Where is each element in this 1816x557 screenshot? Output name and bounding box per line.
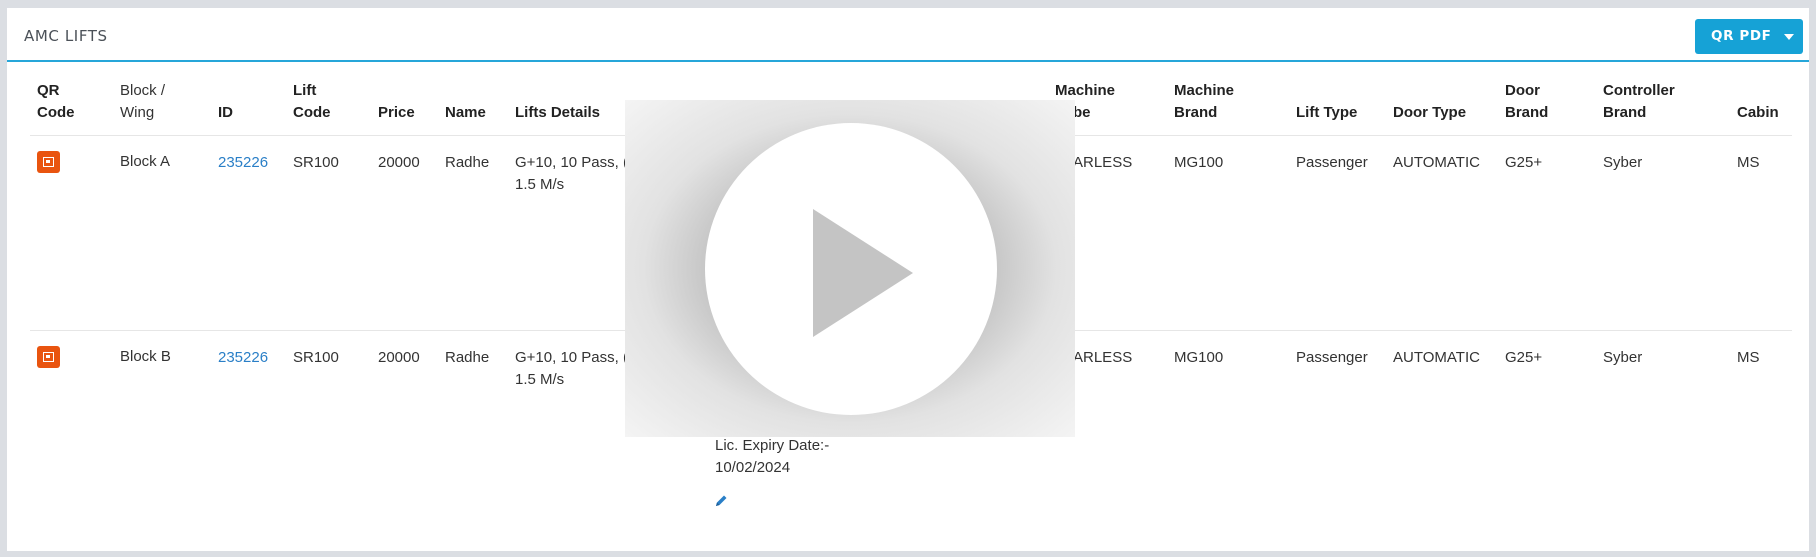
header-controller-brand: Controller Brand (1603, 82, 1675, 121)
edit-pencil-icon[interactable] (714, 493, 729, 513)
cell-block: Block B (120, 348, 171, 365)
cell-lift-details: G+10, 10 Pass, (1.5 M/s (515, 154, 628, 193)
cell-block: Block A (120, 153, 171, 170)
cell-cabin: MS (1737, 154, 1760, 171)
cell-door-brand: G25+ (1505, 349, 1543, 366)
cell-lift-code: SR100 (293, 349, 339, 366)
cell-price: 20000 (378, 349, 420, 366)
header-machine-brand: Machine Brand (1174, 82, 1235, 121)
play-button[interactable] (705, 123, 997, 415)
cell-controller-brand: Syber (1603, 154, 1643, 171)
header-cabin: Cabin (1737, 104, 1779, 121)
header-block-wing: Block / Wing (120, 82, 166, 121)
cell-machine-brand: MG100 (1174, 349, 1224, 366)
cell-lift-type: Passenger (1296, 154, 1368, 171)
cell-cabin: MS (1737, 349, 1760, 366)
cell-id-link[interactable]: 235226 (218, 347, 268, 369)
cell-lift-code: SR100 (293, 154, 339, 171)
cell-price: 20000 (378, 154, 420, 171)
cell-door-type: AUTOMATIC (1393, 349, 1480, 366)
qr-code-icon[interactable] (37, 151, 60, 173)
license-expiry: Lic. Expiry Date:- 10/02/2024 (715, 437, 830, 476)
panel-header: AMC LIFTS QR PDF (7, 8, 1809, 62)
qr-code-icon[interactable] (37, 346, 60, 368)
cell-name: Radhe (445, 349, 490, 366)
header-id: ID (218, 104, 233, 121)
cell-id-link[interactable]: 235226 (218, 152, 268, 174)
header-qr-code: QR Code (37, 82, 75, 121)
cell-door-brand: G25+ (1505, 154, 1543, 171)
qr-pdf-label: QR PDF (1711, 28, 1772, 44)
play-icon (813, 209, 913, 337)
panel-title: AMC LIFTS (24, 27, 108, 45)
header-price: Price (378, 104, 415, 121)
header-name: Name (445, 104, 486, 121)
header-door-brand: Door Brand (1505, 82, 1549, 121)
header-lift-type: Lift Type (1296, 104, 1358, 121)
cell-lift-type: Passenger (1296, 349, 1368, 366)
caret-down-icon (1784, 34, 1794, 40)
cell-machine-brand: MG100 (1174, 154, 1224, 171)
header-lift-details: Lifts Details (515, 104, 601, 121)
cell-door-type: AUTOMATIC (1393, 154, 1480, 171)
cell-lift-details: G+10, 10 Pass, (1.5 M/s (515, 349, 628, 388)
qr-pdf-button[interactable]: QR PDF (1695, 19, 1803, 54)
header-lift-code: Lift Code (293, 82, 331, 121)
cell-controller-brand: Syber (1603, 349, 1643, 366)
header-door-type: Door Type (1393, 104, 1467, 121)
cell-name: Radhe (445, 154, 490, 171)
